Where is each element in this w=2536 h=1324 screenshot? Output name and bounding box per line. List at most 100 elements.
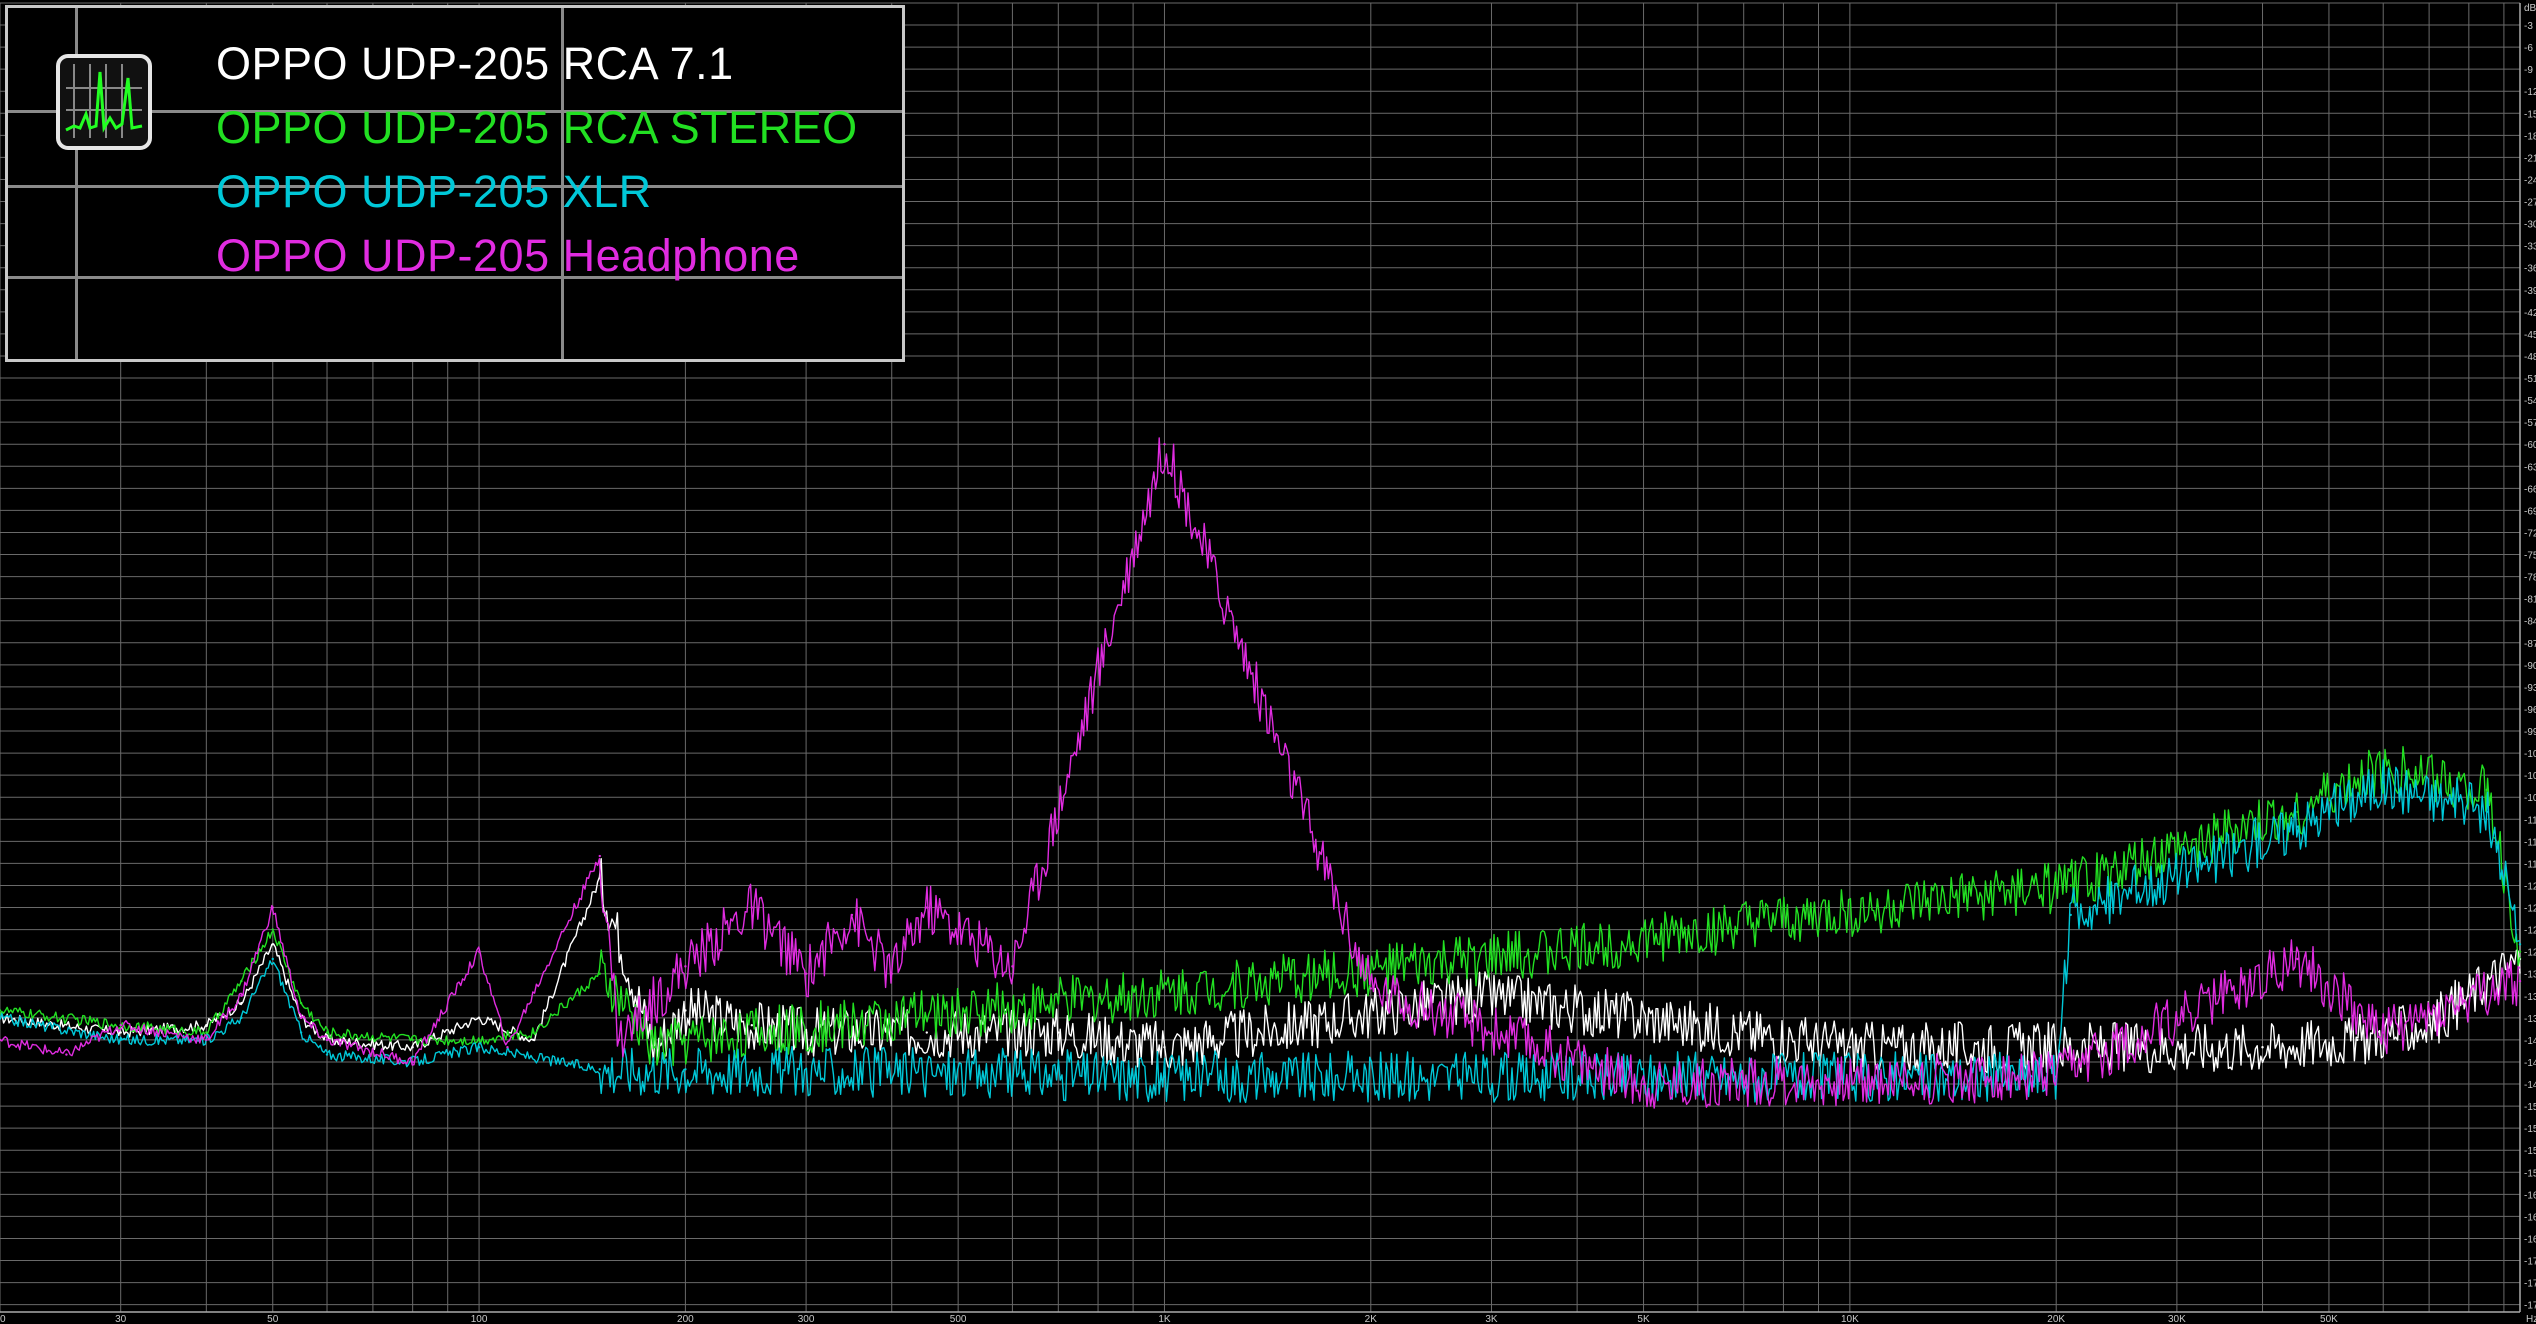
data-point: [2518, 943, 2522, 946]
y-tick-label: -78: [2524, 573, 2536, 584]
y-tick-label: -99: [2524, 727, 2536, 738]
data-point: [477, 950, 481, 953]
y-tick-label: -81: [2524, 595, 2536, 606]
data-point: [684, 965, 687, 968]
x-tick-label: 100: [471, 1314, 488, 1324]
data-point: [240, 979, 243, 983]
data-point: [890, 972, 893, 975]
y-tick-label: -21: [2524, 153, 2536, 164]
x-unit-label: Hz: [2526, 1314, 2536, 1324]
data-point: [750, 1023, 754, 1027]
y-tick-label: -54: [2524, 396, 2536, 407]
data-point: [684, 1038, 687, 1042]
x-tick-label: 30K: [2168, 1314, 2186, 1324]
y-tick-label: -123: [2524, 904, 2536, 915]
data-point: [850, 913, 854, 917]
data-point: [925, 1031, 928, 1034]
y-tick-label: -24: [2524, 175, 2536, 186]
y-tick-label: -33: [2524, 242, 2536, 253]
y-tick-label: -96: [2524, 705, 2536, 716]
y-tick-label: -18: [2524, 131, 2536, 142]
data-point: [617, 1038, 621, 1042]
legend-entry-rca-71: OPPO UDP-205 RCA 7.1: [216, 38, 734, 89]
y-tick-label: -12: [2524, 87, 2536, 98]
y-tick-label: -117: [2524, 859, 2536, 870]
y-tick-label: -30: [2524, 220, 2536, 231]
y-tick-label: -135: [2524, 992, 2536, 1003]
data-point: [271, 943, 274, 946]
data-point: [119, 1023, 122, 1027]
data-point: [240, 1016, 243, 1020]
data-point: [532, 1038, 535, 1042]
y-tick-label: -48: [2524, 352, 2536, 363]
x-tick-label: 20: [0, 1314, 6, 1324]
data-point: [2518, 979, 2522, 983]
data-point: [299, 1001, 303, 1005]
y-tick-label: -72: [2524, 528, 2536, 539]
y-tick-label: -93: [2524, 683, 2536, 694]
y-unit-label: dB: [2524, 3, 2536, 14]
y-tick-label: -60: [2524, 440, 2536, 451]
y-tick-label: -171: [2524, 1257, 2536, 1268]
y-tick-label: -174: [2524, 1279, 2536, 1290]
data-point: [205, 1023, 208, 1027]
data-point: [1011, 965, 1014, 968]
data-point: [1490, 957, 1493, 961]
data-point: [1480, 994, 1483, 997]
y-tick-label: -108: [2524, 793, 2536, 804]
data-point: [1163, 443, 1166, 446]
data-point: [477, 1046, 481, 1049]
data-point: [205, 1031, 208, 1034]
y-tick-label: -42: [2524, 308, 2536, 319]
y-tick-label: -162: [2524, 1190, 2536, 1201]
y-tick-label: -57: [2524, 418, 2536, 429]
data-point: [652, 1046, 656, 1049]
data-point: [2296, 825, 2299, 828]
y-tick-label: -51: [2524, 374, 2536, 385]
x-tick-label: 10K: [1841, 1314, 1859, 1324]
y-tick-label: -6: [2524, 43, 2533, 54]
y-tick-label: -3: [2524, 21, 2533, 32]
data-point: [271, 928, 274, 931]
y-tick-label: -84: [2524, 617, 2536, 628]
data-point: [1163, 1046, 1166, 1049]
x-tick-label: 2K: [1365, 1314, 1378, 1324]
y-tick-label: -144: [2524, 1058, 2536, 1069]
data-point: [598, 854, 601, 858]
data-point: [240, 1001, 243, 1005]
data-point: [804, 972, 808, 975]
y-tick-label: -90: [2524, 661, 2536, 672]
y-tick-label: -87: [2524, 639, 2536, 650]
data-point: [65, 1053, 68, 1056]
data-point: [240, 994, 243, 997]
y-tick-label: -177: [2524, 1301, 2536, 1312]
y-tick-label: -75: [2524, 551, 2536, 562]
y-tick-label: -168: [2524, 1234, 2536, 1245]
data-point: [477, 1038, 481, 1042]
data-point: [598, 972, 601, 975]
legend-entry-xlr: OPPO UDP-205 XLR: [216, 166, 652, 217]
data-point: [411, 1038, 414, 1042]
data-point: [2069, 884, 2072, 887]
data-point: [271, 906, 274, 909]
data-point: [325, 1031, 329, 1034]
x-tick-label: 5K: [1637, 1314, 1650, 1324]
x-tick-label: 20K: [2047, 1314, 2065, 1324]
data-point: [1642, 1082, 1645, 1086]
legend-entry-headphone: OPPO UDP-205 Headphone: [216, 230, 800, 281]
data-point: [2054, 1075, 2058, 1078]
data-point: [2427, 1023, 2431, 1027]
data-point: [2382, 781, 2385, 784]
data-point: [119, 1031, 122, 1034]
y-tick-label: -165: [2524, 1212, 2536, 1223]
y-tick-label: -105: [2524, 771, 2536, 782]
x-tick-label: 50: [267, 1314, 279, 1324]
x-tick-label: 50K: [2320, 1314, 2338, 1324]
data-point: [325, 1038, 329, 1042]
y-tick-label: -150: [2524, 1102, 2536, 1113]
y-tick-label: -159: [2524, 1168, 2536, 1179]
y-tick-label: -102: [2524, 749, 2536, 760]
data-point: [1369, 987, 1372, 990]
legend-entry-rca-stereo: OPPO UDP-205 RCA STEREO: [216, 102, 858, 153]
x-tick-label: 3K: [1485, 1314, 1498, 1324]
